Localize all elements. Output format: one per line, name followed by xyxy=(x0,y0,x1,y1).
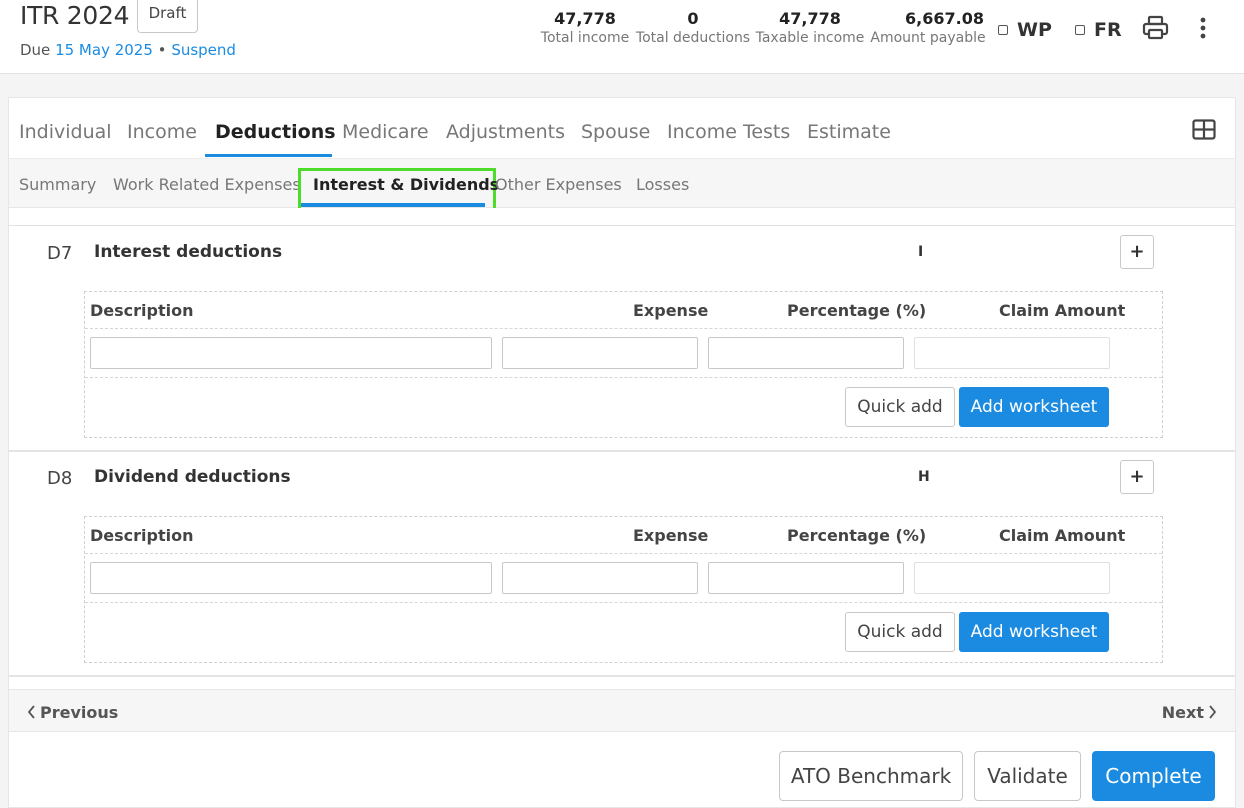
tab-adjustments[interactable]: Adjustments xyxy=(446,121,565,143)
ato-benchmark-button[interactable]: ATO Benchmark xyxy=(779,751,963,801)
next-link[interactable]: Next xyxy=(1162,703,1217,722)
subtab-summary[interactable]: Summary xyxy=(19,175,96,194)
section-title: Dividend deductions xyxy=(94,467,291,487)
stat-taxable-income: 47,778 Taxable income xyxy=(754,8,866,46)
column-header-claim-amount: Claim Amount xyxy=(999,301,1126,320)
description-input[interactable] xyxy=(90,337,492,369)
tab-estimate[interactable]: Estimate xyxy=(807,121,891,143)
stat-label: Total deductions xyxy=(635,30,751,46)
column-header-percentage: Percentage (%) xyxy=(787,526,927,545)
row-divider xyxy=(85,328,1162,329)
main-tabs: Individual Income Deductions Medicare Ad… xyxy=(9,98,1235,158)
tab-spouse[interactable]: Spouse xyxy=(581,121,650,143)
chevron-left-icon xyxy=(27,705,35,719)
fr-checkbox[interactable]: FR xyxy=(1075,19,1122,41)
subtab-losses[interactable]: Losses xyxy=(636,175,689,194)
claim-amount-field xyxy=(914,562,1110,594)
checkbox-box[interactable] xyxy=(998,25,1008,35)
section-code: D7 xyxy=(47,243,73,264)
add-button[interactable]: + xyxy=(1120,460,1154,494)
stat-value: 47,778 xyxy=(779,9,841,28)
quick-add-button[interactable]: Quick add xyxy=(845,387,955,427)
return-card: Individual Income Deductions Medicare Ad… xyxy=(8,97,1236,808)
suspend-link[interactable]: Suspend xyxy=(171,41,236,59)
more-vertical-icon[interactable] xyxy=(1193,15,1213,41)
checkbox-label: FR xyxy=(1094,19,1122,41)
chevron-right-icon xyxy=(1209,705,1217,719)
previous-label: Previous xyxy=(40,703,119,722)
row-divider xyxy=(85,553,1162,554)
stat-total-deductions: 0 Total deductions xyxy=(634,8,752,46)
column-header-expense: Expense xyxy=(633,526,709,545)
stat-label: Taxable income xyxy=(755,30,865,46)
status-badge: Draft xyxy=(137,0,198,33)
claim-amount-field xyxy=(914,337,1110,369)
expense-input[interactable] xyxy=(502,562,698,594)
subtab-work-related-expenses[interactable]: Work Related Expenses xyxy=(113,175,301,194)
deduction-table: Description Expense Percentage (%) Claim… xyxy=(84,516,1163,663)
expense-input[interactable] xyxy=(502,337,698,369)
percentage-input[interactable] xyxy=(708,562,904,594)
stat-amount-payable: 6,667.08 Amount payable xyxy=(869,8,987,46)
label-marker: I xyxy=(918,244,924,260)
row-divider xyxy=(85,602,1162,603)
stat-label: Total income xyxy=(540,30,630,46)
stat-value: 47,778 xyxy=(554,9,616,28)
quick-add-button[interactable]: Quick add xyxy=(845,612,955,652)
due-date-link[interactable]: 15 May 2025 xyxy=(55,41,153,59)
separator: • xyxy=(157,41,167,59)
tab-medicare[interactable]: Medicare xyxy=(342,121,429,143)
stat-value: 6,667.08 xyxy=(905,9,984,28)
checkbox-box[interactable] xyxy=(1075,25,1085,35)
percentage-input[interactable] xyxy=(708,337,904,369)
tab-income[interactable]: Income xyxy=(127,121,197,143)
complete-button[interactable]: Complete xyxy=(1092,751,1215,801)
label-marker: H xyxy=(918,469,930,485)
return-title: ITR 2024 xyxy=(20,1,130,30)
grid-layout-icon[interactable] xyxy=(1192,119,1216,140)
wp-checkbox[interactable]: WP xyxy=(998,19,1052,41)
column-header-expense: Expense xyxy=(633,301,709,320)
due-line: Due 15 May 2025 • Suspend xyxy=(20,41,236,59)
pager-bar: Previous Next xyxy=(9,689,1235,732)
stat-value: 0 xyxy=(687,9,699,28)
deduction-table: Description Expense Percentage (%) Claim… xyxy=(84,291,1163,438)
subtab-other-expenses[interactable]: Other Expenses xyxy=(495,175,622,194)
header-bar: ITR 2024 Draft Due 15 May 2025 • Suspend… xyxy=(0,0,1244,74)
sub-tabs: Summary Work Related Expenses Interest &… xyxy=(9,158,1235,221)
column-header-description: Description xyxy=(90,301,194,320)
tab-deductions[interactable]: Deductions xyxy=(215,121,336,143)
printer-icon[interactable] xyxy=(1142,14,1169,41)
description-input[interactable] xyxy=(90,562,492,594)
section-code: D8 xyxy=(47,468,73,489)
active-subtab-indicator xyxy=(301,203,485,207)
section-dividend-deductions: D8 Dividend deductions H + Description E… xyxy=(9,452,1235,677)
spacer xyxy=(9,208,1235,226)
column-header-description: Description xyxy=(90,526,194,545)
column-header-percentage: Percentage (%) xyxy=(787,301,927,320)
add-button[interactable]: + xyxy=(1120,235,1154,269)
subtab-interest-dividends[interactable]: Interest & Dividends xyxy=(313,175,499,194)
due-label: Due xyxy=(20,41,51,59)
tab-individual[interactable]: Individual xyxy=(19,121,112,143)
stat-label: Amount payable xyxy=(870,30,986,46)
active-tab-indicator xyxy=(205,154,332,157)
add-worksheet-button[interactable]: Add worksheet xyxy=(959,612,1109,652)
column-header-claim-amount: Claim Amount xyxy=(999,526,1126,545)
previous-link[interactable]: Previous xyxy=(27,703,118,722)
validate-button[interactable]: Validate xyxy=(974,751,1081,801)
next-label: Next xyxy=(1161,703,1204,722)
section-interest-deductions: D7 Interest deductions I + Description E… xyxy=(9,227,1235,452)
row-divider xyxy=(85,377,1162,378)
section-title: Interest deductions xyxy=(94,242,283,262)
checkbox-label: WP xyxy=(1017,19,1052,41)
stat-total-income: 47,778 Total income xyxy=(538,8,632,46)
add-worksheet-button[interactable]: Add worksheet xyxy=(959,387,1109,427)
tab-income-tests[interactable]: Income Tests xyxy=(667,121,790,143)
